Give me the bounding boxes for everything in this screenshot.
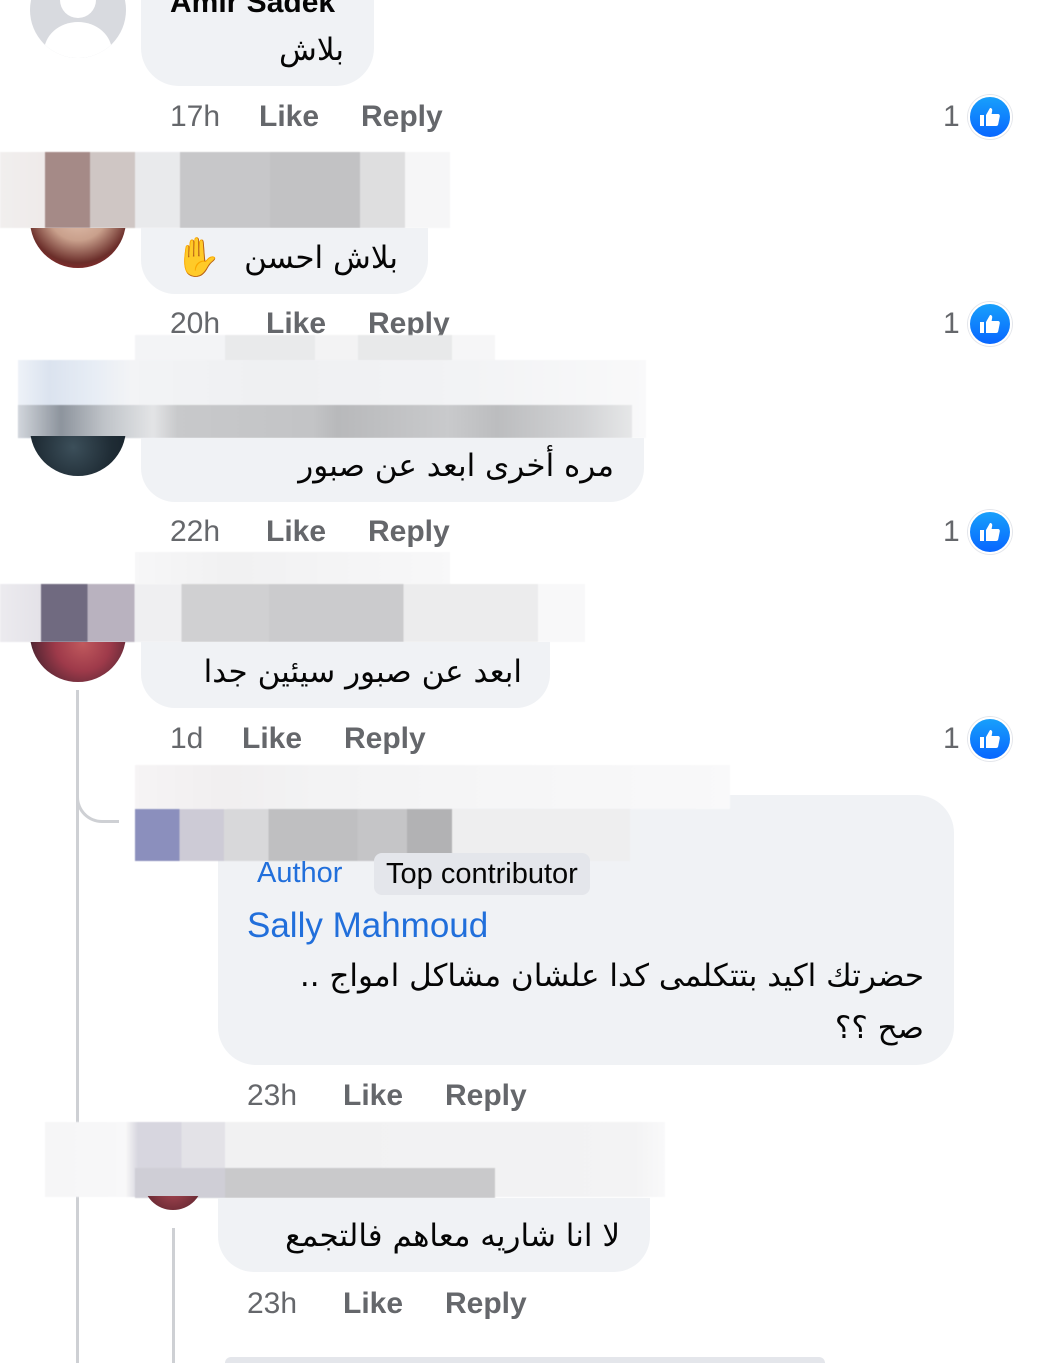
like-reaction-icon[interactable]: [968, 95, 1012, 139]
next-reply-partial: [225, 1357, 825, 1363]
like-button[interactable]: Like: [266, 515, 326, 549]
reply-button[interactable]: Reply: [368, 515, 450, 549]
thumbs-up-icon: [980, 730, 1000, 748]
blurred-name: [135, 765, 730, 809]
thumbs-up-icon: [980, 523, 1000, 541]
blurred-name: [0, 584, 585, 642]
reply-button[interactable]: Reply: [445, 1287, 527, 1321]
comment-text: بلاش احسن: [244, 240, 398, 276]
comment-text: مره أخرى ابعد عن صبور: [298, 448, 614, 484]
like-button[interactable]: Like: [242, 722, 302, 756]
blurred-name: [0, 152, 450, 228]
reply-text-line1: حضرتك اكيد بتتكلمى كدا علشان مشاكل امواج…: [299, 958, 924, 994]
blurred-name: [135, 335, 495, 361]
like-reaction-icon[interactable]: [968, 510, 1012, 554]
like-button[interactable]: Like: [343, 1079, 403, 1113]
like-reaction-icon[interactable]: [968, 302, 1012, 346]
default-avatar-icon: [44, 0, 112, 58]
reaction-count[interactable]: 1: [943, 100, 960, 134]
reaction-count[interactable]: 1: [943, 722, 960, 756]
avatar[interactable]: [30, 0, 126, 58]
reply-button[interactable]: Reply: [445, 1079, 527, 1113]
thread-line-nested: [172, 1228, 175, 1363]
blurred-name: [135, 1168, 495, 1198]
comment-text: ابعد عن صبور سيئين جدا: [203, 654, 522, 690]
like-button[interactable]: Like: [259, 100, 319, 134]
raised-hand-emoji: ✋: [174, 237, 222, 279]
reply-timestamp[interactable]: 23h: [247, 1079, 297, 1113]
like-reaction-icon[interactable]: [968, 717, 1012, 761]
reply-author[interactable]: Sally Mahmoud: [247, 906, 488, 946]
thumbs-up-icon: [980, 315, 1000, 333]
reply-text: لا انا شاريه معاهم فالتجمع: [285, 1218, 620, 1254]
thumbs-up-icon: [980, 108, 1000, 126]
blurred-name: [18, 405, 632, 438]
top-contributor-badge: Top contributor: [374, 853, 590, 895]
reaction-count[interactable]: 1: [943, 515, 960, 549]
comment-author[interactable]: Amir Sadek: [170, 0, 335, 20]
blurred-name: [135, 552, 450, 584]
reply-button[interactable]: Reply: [344, 722, 426, 756]
thread-branch: [76, 770, 119, 823]
comment-timestamp[interactable]: 1d: [170, 722, 203, 756]
like-button[interactable]: Like: [343, 1287, 403, 1321]
reply-timestamp[interactable]: 23h: [247, 1287, 297, 1321]
comment-timestamp[interactable]: 17h: [170, 100, 220, 134]
reply-button[interactable]: Reply: [361, 100, 443, 134]
author-badge: Author: [257, 857, 343, 889]
comment-timestamp[interactable]: 22h: [170, 515, 220, 549]
comment-text: بلاش: [279, 32, 344, 68]
reply-text-line2: صح ؟؟: [834, 1010, 924, 1046]
reaction-count[interactable]: 1: [943, 307, 960, 341]
